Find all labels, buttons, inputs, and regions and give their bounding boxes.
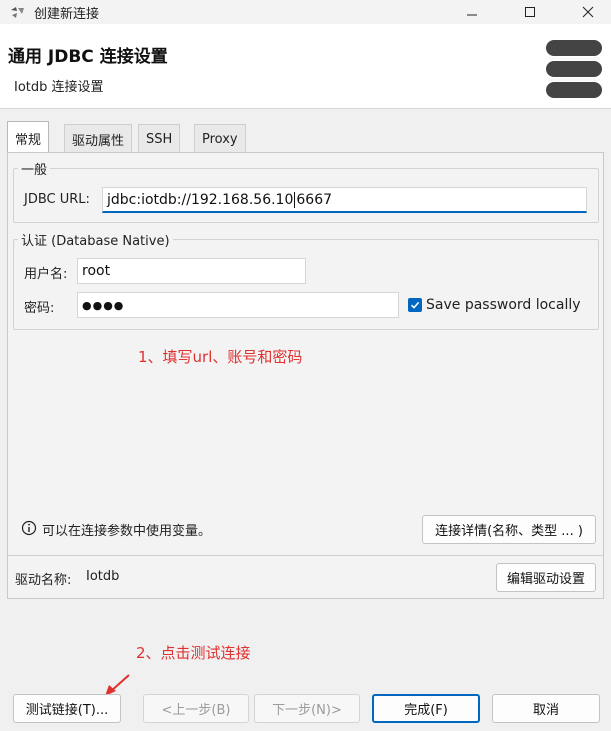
username-input[interactable]: root (77, 258, 306, 284)
jdbc-url-label: JDBC URL: (24, 192, 90, 207)
close-icon (582, 6, 594, 18)
auth-group-label: 认证 (Database Native) (21, 234, 170, 249)
save-password-checkbox[interactable] (408, 298, 422, 312)
close-button[interactable] (565, 0, 611, 24)
tab-ssh[interactable]: SSH (138, 124, 181, 153)
username-label: 用户名: (24, 267, 68, 282)
jdbc-url-input[interactable]: jdbc:iotdb://192.168.56.10 6667 (102, 187, 587, 213)
tab-proxy[interactable]: Proxy (194, 124, 246, 153)
save-password-label[interactable]: Save password locally (426, 297, 581, 313)
step1-annotation: 1、填写url、账号和密码 (138, 348, 303, 366)
cancel-button[interactable]: 取消 (492, 694, 600, 723)
password-label: 密码: (24, 301, 55, 316)
step2-annotation: 2、点击测试连接 (136, 644, 251, 662)
divider (8, 555, 603, 556)
driver-name-value: Iotdb (86, 569, 120, 584)
jdbc-url-value-start: jdbc:iotdb://192.168.56.10 (107, 191, 294, 208)
next-button[interactable]: 下一步(N)> (254, 694, 360, 723)
info-icon (21, 520, 37, 536)
tab-driver-properties[interactable]: 驱动属性 (64, 124, 133, 153)
app-icon (11, 7, 24, 18)
finish-button[interactable]: 完成(F) (372, 694, 480, 723)
header-title: 通用 JDBC 连接设置 (8, 47, 168, 67)
text-caret (294, 191, 296, 208)
tab-general[interactable]: 常规 (7, 121, 50, 154)
password-input[interactable]: ●●●● (77, 292, 399, 318)
driver-name-label: 驱动名称: (15, 573, 72, 588)
username-value: root (82, 263, 111, 279)
minimize-icon (467, 14, 477, 16)
window-title: 创建新连接 (34, 7, 100, 22)
checkmark-icon (410, 301, 420, 309)
maximize-button[interactable] (507, 0, 553, 24)
test-connection-button[interactable]: 测试链接(T)... (13, 694, 121, 723)
database-icon (546, 40, 602, 98)
jdbc-url-value-end: 6667 (296, 191, 333, 208)
edit-driver-button[interactable]: 编辑驱动设置 (496, 563, 596, 592)
connection-details-button[interactable]: 连接详情(名称、类型 ... ) (422, 515, 596, 544)
password-value: ●●●● (82, 298, 125, 312)
general-group-label: 一般 (21, 163, 48, 178)
header-subtitle: Iotdb 连接设置 (14, 80, 104, 95)
minimize-button[interactable] (449, 0, 495, 24)
back-button[interactable]: <上一步(B) (143, 694, 249, 723)
variables-hint: 可以在连接参数中使用变量。 (42, 524, 212, 539)
maximize-icon (525, 7, 535, 17)
